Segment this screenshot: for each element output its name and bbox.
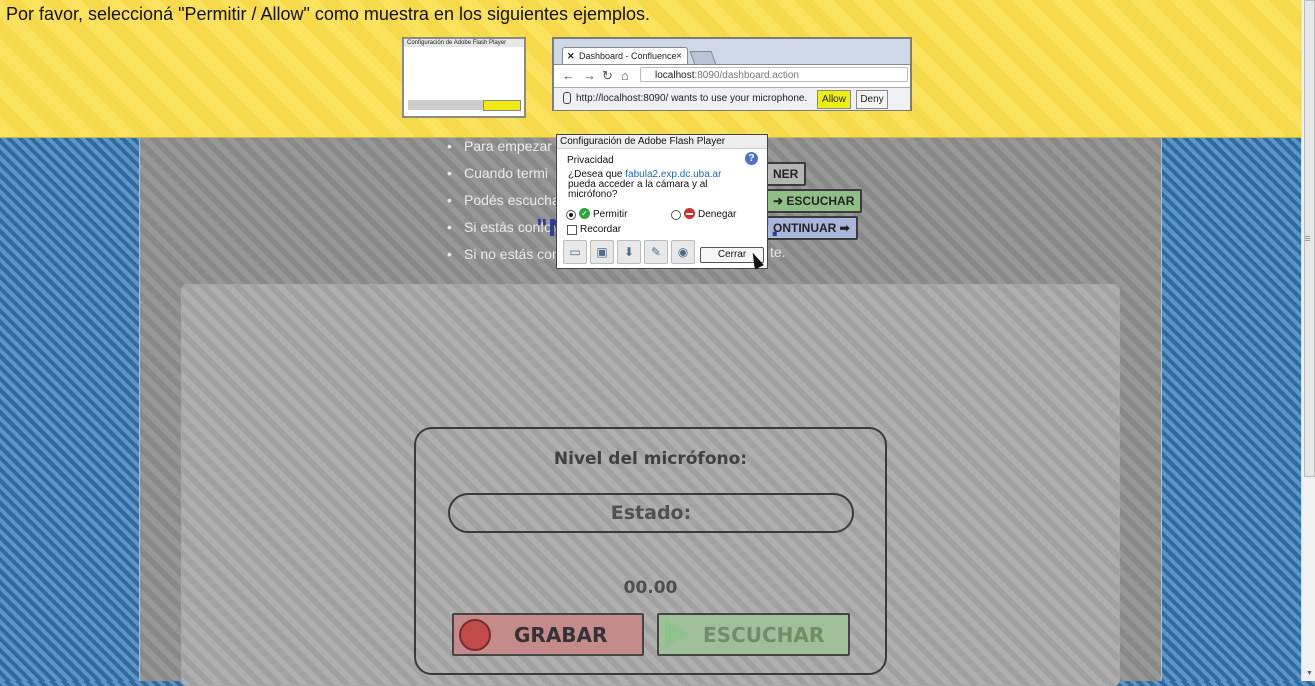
scroll-down-icon[interactable]: ▼ [1306,670,1313,677]
mic-permission-bar: http://localhost:8090/ wants to use your… [554,87,910,110]
dialog-title: Configuración de Adobe Flash Player [557,135,767,149]
listen-button[interactable]: ESCUCHAR [657,613,850,656]
flash-privacy-dialog: Configuración de Adobe Flash Player Priv… [556,134,768,269]
new-tab-icon [689,51,717,65]
back-icon: ← [562,68,575,83]
browser-tab-title: Dashboard - Confluence [579,51,677,61]
url-host: localhost [655,70,695,81]
remember-label: Recordar [580,224,622,235]
question-suffix: pueda acceder a la cámara y al micrófono… [568,179,708,200]
permission-banner: Por favor, seleccioná "Permitir / Allow"… [0,0,1315,138]
dialog-section-title: Privacidad [567,155,614,166]
display-settings-icon[interactable]: ▭ [563,240,587,264]
address-bar: localhost:8090/dashboard.action [640,67,908,82]
deny-example-button: Deny [856,90,888,109]
status-field: Estado: [448,493,854,533]
forward-icon: → [583,68,596,83]
microphone-icon [563,92,571,104]
instruction-item: Si no estás cor [443,245,1143,272]
allow-example-button: Allow [817,90,851,109]
timer-display: 00.00 [623,578,678,598]
storage-settings-icon[interactable]: ⬇ [617,240,641,264]
thumbnail-title: Configuración de Adobe Flash Player [404,39,524,47]
privacy-settings-icon[interactable]: ▣ [590,240,614,264]
mic-level-title: Nivel del micrófono: [553,449,748,469]
record-icon [459,619,491,651]
microphone-panel: Nivel del micrófono: Estado: 00.00 GRABA… [414,427,887,675]
reload-icon: ↻ [602,68,613,83]
deny-label: Denegar [698,209,737,220]
instruction-trailing-text: te. [770,244,786,260]
permission-text: http://localhost:8090/ wants to use your… [576,93,808,104]
thumbnail-highlight [483,100,521,111]
browser-example: ✕ Dashboard - Confluence × ← → ↻ ⌂ local… [552,37,912,111]
browser-tab: ✕ Dashboard - Confluence × [562,47,688,64]
browser-toolbar: ← → ↻ ⌂ localhost:8090/dashboard.action [554,64,910,87]
home-icon: ⌂ [621,68,629,83]
instruction-item: Para empezar [443,137,1143,164]
dialog-question: ¿Desea que fabula2.exp.dc.uba.ar pueda a… [568,170,748,200]
url-path: :8090/dashboard.action [694,70,799,81]
banner-text: Por favor, seleccioná "Permitir / Allow"… [6,4,651,24]
deny-icon [684,208,695,219]
scroll-thumb[interactable] [1304,0,1315,477]
allow-radio[interactable] [566,210,576,220]
remember-checkbox[interactable] [567,225,577,235]
microphone-settings-icon[interactable]: ✎ [644,240,668,264]
camera-settings-icon[interactable]: ◉ [671,240,695,264]
play-icon [665,620,689,648]
deny-radio[interactable] [671,210,681,220]
detener-inline-button: NER [765,162,807,186]
tab-close-icon: × [676,51,682,62]
help-icon[interactable]: ? [745,152,758,165]
confluence-icon: ✕ [567,51,575,61]
flash-example-thumbnail: Configuración de Adobe Flash Player [402,37,526,118]
escuchar-inline-button: ➜ ESCUCHAR [765,189,863,213]
allow-label: Permitir [593,209,628,220]
vertical-scrollbar[interactable]: ▼ [1301,0,1315,681]
scroll-grip-icon [1305,236,1310,237]
settings-tabs: ▭ ▣ ⬇ ✎ ◉ [559,240,699,264]
check-icon: ✓ [579,208,590,219]
record-button-label: GRABAR [514,622,608,647]
record-button[interactable]: GRABAR [452,613,644,656]
listen-button-label: ESCUCHAR [703,622,825,647]
